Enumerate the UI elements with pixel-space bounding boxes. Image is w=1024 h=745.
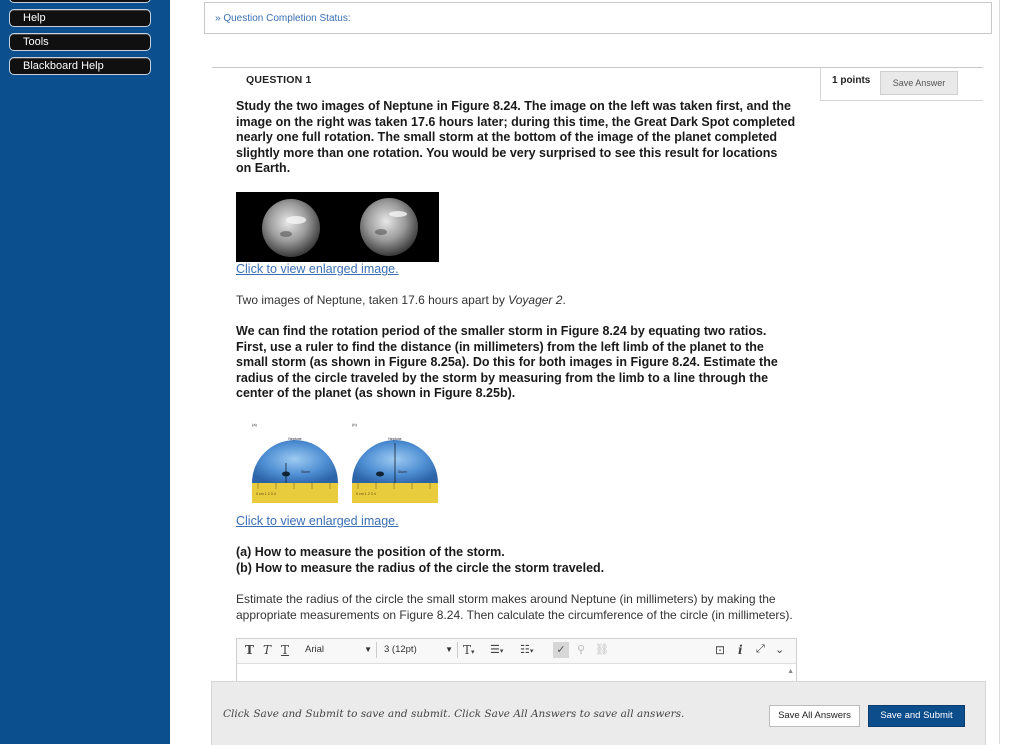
ruler-scale-b: 0 cm 1 2 3 4: [356, 492, 376, 496]
question-instructions: We can find the rotation period of the s…: [236, 324, 778, 400]
sidebar-item-tools[interactable]: Tools: [9, 33, 151, 51]
italic-text-icon[interactable]: T: [263, 643, 271, 657]
ruler-scale-a: 0 cm 1 2 3 4: [256, 492, 276, 496]
footer-hint: Click Save and Submit to save and submit…: [223, 708, 685, 720]
neptune-label-a: Neptune: [288, 437, 301, 441]
editor-toolbar: T T T Arial ▼ 3 (12pt) ▼ T▾ ☰▾ ☷▾ ✓ ⚲ ⛓ ⊡ …: [237, 639, 796, 664]
unlink-icon[interactable]: ⛓: [595, 643, 609, 656]
save-all-answers-button[interactable]: Save All Answers: [769, 705, 860, 727]
info-icon[interactable]: i: [738, 643, 743, 657]
sidebar-item-top[interactable]: [9, 0, 151, 3]
storm-label-a: Storm: [301, 470, 310, 474]
neptune-images-figure: [236, 192, 439, 262]
neptune-ruler-diagram: (a) (b) Neptune Neptune Storm Storm 0 cm…: [252, 422, 438, 503]
question-completion-status-toggle[interactable]: » Question Completion Status:: [215, 13, 351, 24]
question-intro: Study the two images of Neptune in Figur…: [236, 99, 796, 175]
underline-text-icon[interactable]: T: [281, 643, 289, 657]
bullet-list-icon[interactable]: ☰▾: [490, 643, 503, 656]
sidebar-item-help[interactable]: Help: [9, 9, 151, 27]
question-title: QUESTION 1: [246, 74, 312, 86]
measurement-figure: (a) (b) Neptune Neptune Storm Storm 0 cm…: [248, 418, 438, 510]
scroll-up-icon[interactable]: ▲: [787, 668, 794, 675]
panel-b-label: (b): [352, 422, 358, 427]
toolbar-collapse-icon[interactable]: ⌄: [775, 643, 784, 656]
font-family-select[interactable]: Arial ▼: [303, 642, 377, 658]
panel-a-label: (a): [252, 422, 258, 427]
figure-1-caption: Two images of Neptune, taken 17.6 hours …: [236, 293, 566, 307]
text-color-icon[interactable]: T▾: [463, 643, 475, 657]
text-style-icon[interactable]: T: [245, 643, 254, 657]
sidebar-item-blackboard-help[interactable]: Blackboard Help: [9, 57, 151, 75]
figure-2-caption-a: (a) How to measure the position of the s…: [236, 545, 505, 559]
save-answer-button[interactable]: Save Answer: [880, 71, 958, 95]
question-points: 1 points: [832, 75, 871, 86]
font-size-select[interactable]: 3 (12pt) ▼: [382, 642, 458, 658]
figure-2-caption-b: (b) How to measure the radius of the cir…: [236, 561, 605, 575]
storm-label-b: Storm: [398, 470, 407, 474]
question-task: Estimate the radius of the circle the sm…: [236, 592, 793, 622]
neptune-label-b: Neptune: [388, 437, 401, 441]
fullscreen-icon[interactable]: ⤢: [756, 643, 765, 656]
enlarge-image-link-1[interactable]: Click to view enlarged image.: [236, 262, 399, 276]
save-and-submit-button[interactable]: Save and Submit: [868, 705, 965, 727]
numbered-list-icon[interactable]: ☷▾: [520, 643, 533, 656]
enlarge-image-link-2[interactable]: Click to view enlarged image.: [236, 514, 399, 528]
preview-icon[interactable]: ⊡: [715, 643, 725, 657]
neptune-photo: [236, 192, 439, 262]
link-icon[interactable]: ⚲: [577, 643, 585, 656]
spellcheck-icon[interactable]: ✓: [553, 642, 569, 658]
submit-footer: Click Save and Submit to save and submit…: [211, 681, 986, 745]
completion-status-box: » Question Completion Status:: [204, 2, 992, 34]
course-menu-sidebar: Help Tools Blackboard Help: [0, 0, 170, 744]
